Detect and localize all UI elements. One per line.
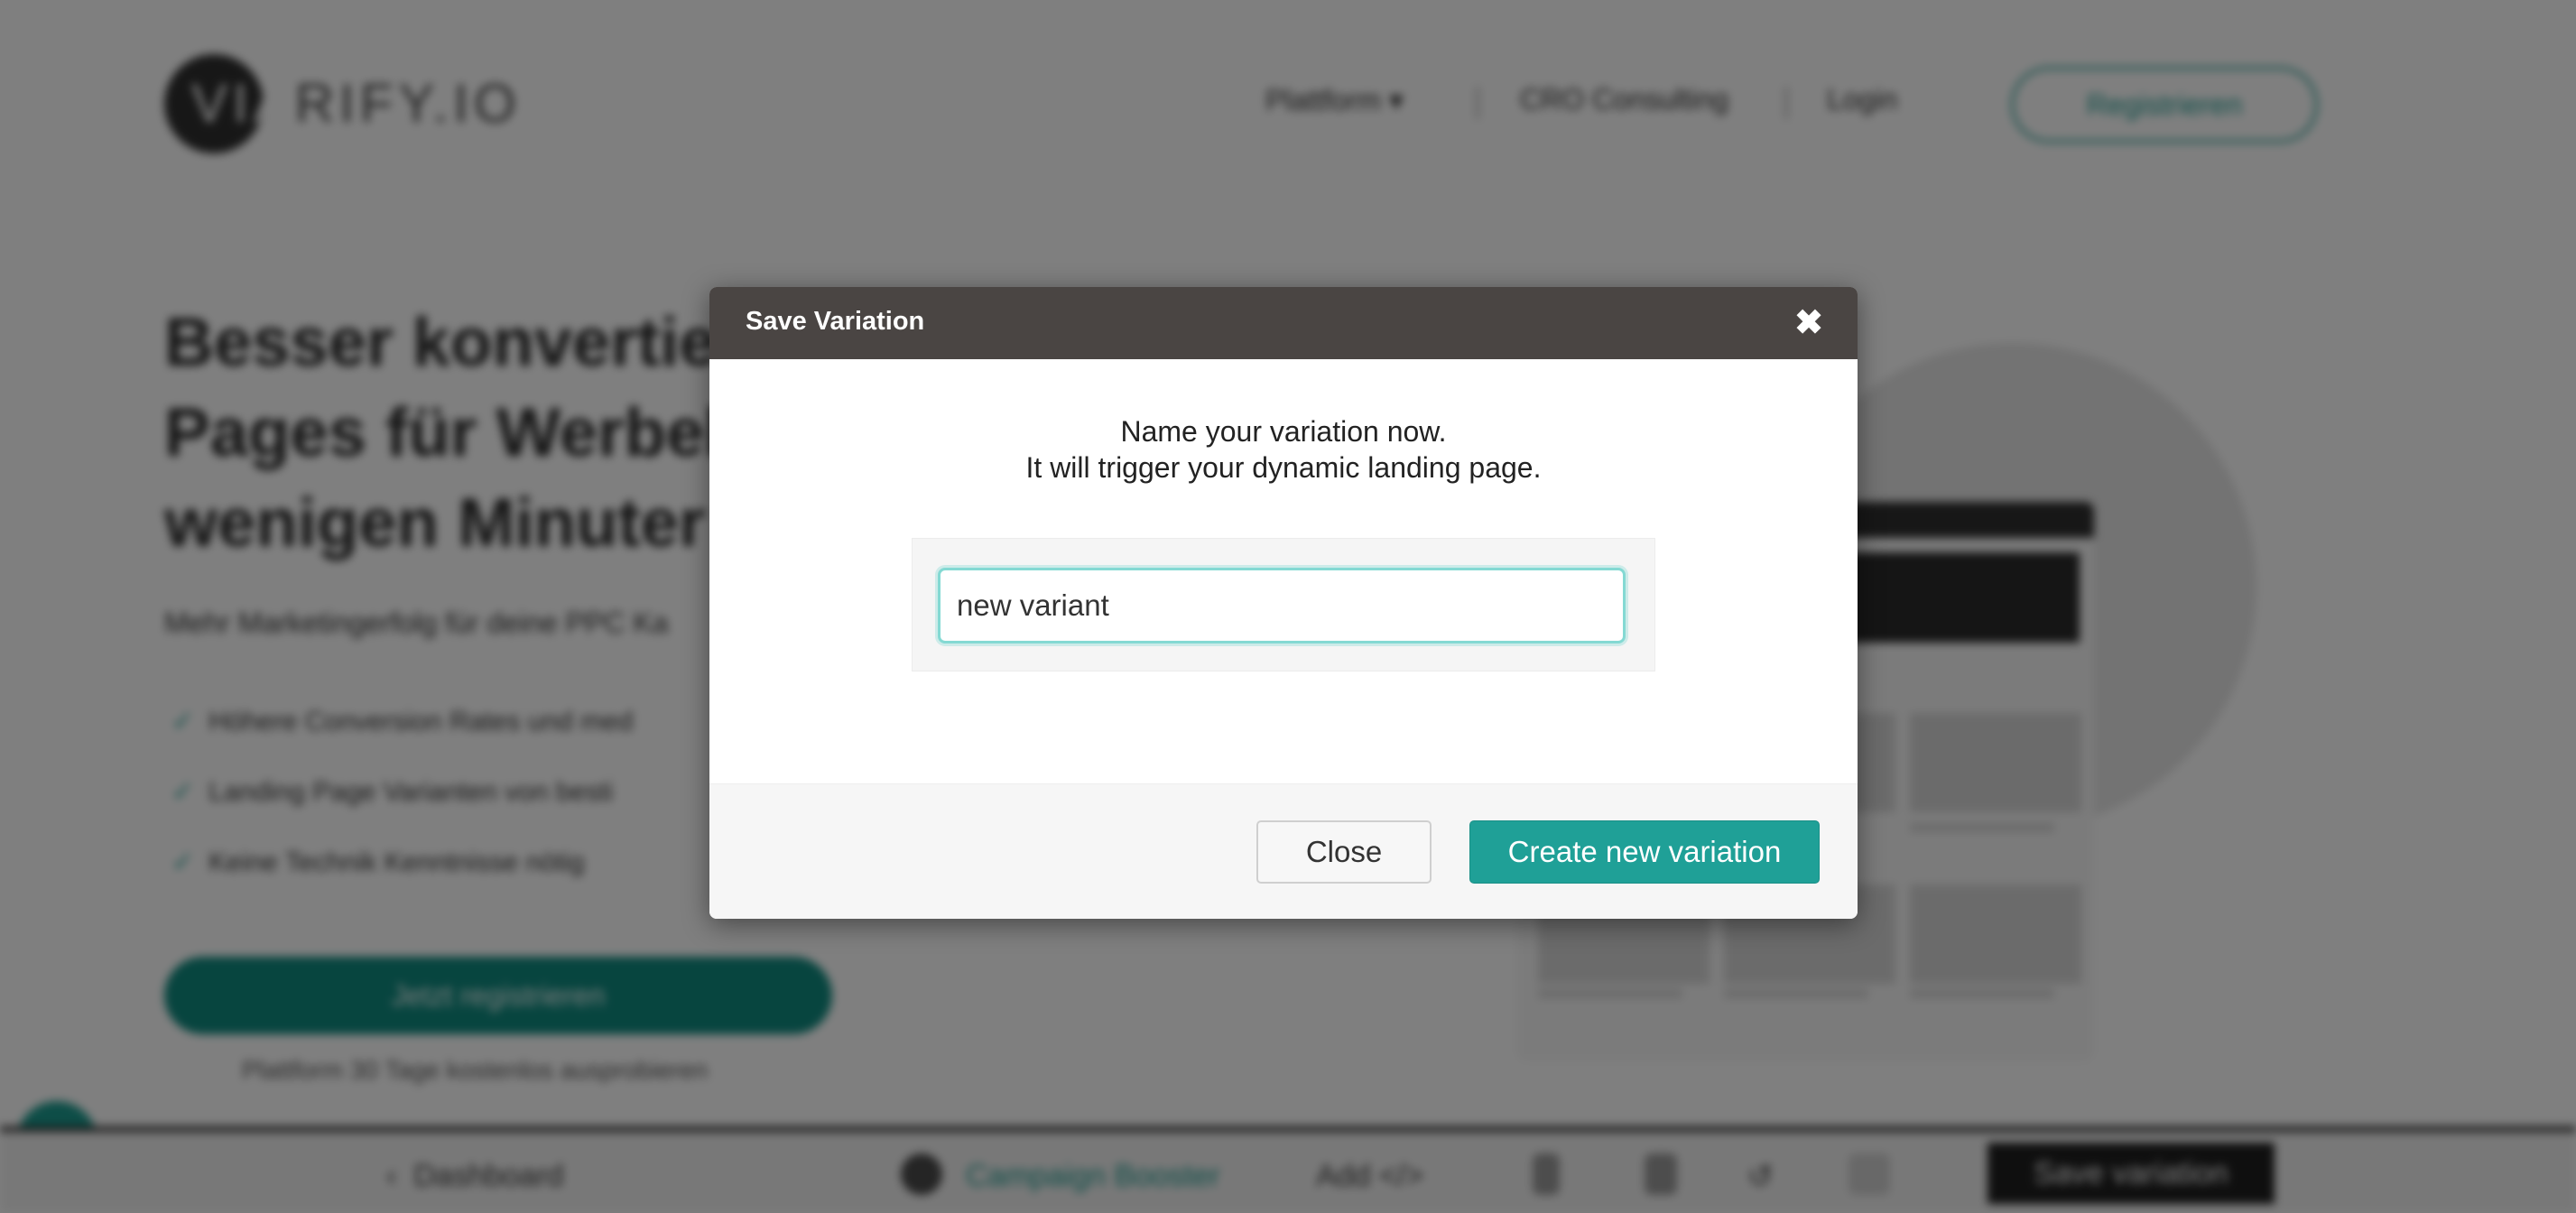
close-button[interactable]: Close <box>1256 820 1432 884</box>
variation-name-input[interactable] <box>938 568 1626 644</box>
dialog-footer: Close Create new variation <box>709 783 1858 919</box>
variation-name-panel <box>912 538 1655 671</box>
dialog-body: Name your variation now. It will trigger… <box>709 359 1858 783</box>
create-new-variation-button[interactable]: Create new variation <box>1469 820 1820 884</box>
save-variation-dialog: Save Variation ✖ Name your variation now… <box>709 287 1858 919</box>
dialog-instructions: Name your variation now. It will trigger… <box>709 413 1858 486</box>
close-icon[interactable]: ✖ <box>1789 303 1829 343</box>
dialog-header: Save Variation ✖ <box>709 287 1858 359</box>
dialog-title: Save Variation <box>746 307 925 336</box>
instruction-line-1: Name your variation now. <box>1120 415 1447 448</box>
instruction-line-2: It will trigger your dynamic landing pag… <box>1025 451 1542 484</box>
